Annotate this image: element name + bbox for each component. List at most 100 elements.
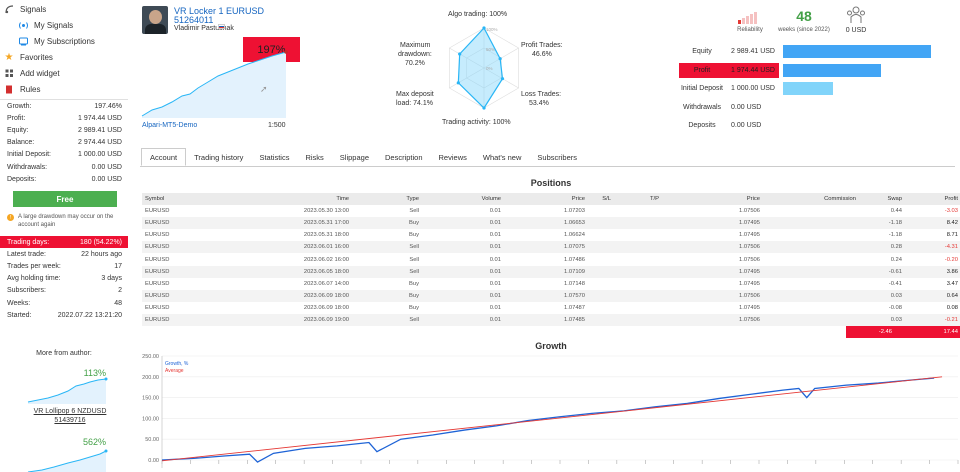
author-signal-name[interactable]: VR Lollipop 6 NZDUSD <box>20 408 120 415</box>
stat-row: Growth: 197.46% <box>0 100 128 112</box>
table-cell: 0.24 <box>890 256 902 263</box>
author-signal-id[interactable]: 51439716 <box>20 417 120 424</box>
balance-bar-row: Withdrawals 0.00 USD <box>675 100 945 115</box>
column-header: Type <box>406 196 419 203</box>
star-icon: ★ <box>4 51 14 63</box>
table-cell: 1.07486 <box>564 256 585 263</box>
chart-legend-entry: Growth, % <box>165 361 189 367</box>
table-cell: 1.07203 <box>564 208 585 215</box>
table-cell: 0.01 <box>489 316 501 323</box>
tab-slippage[interactable]: Slippage <box>332 148 377 166</box>
drawdown-warning: ! A large drawdown may occur on the acco… <box>7 213 123 229</box>
average-series-line <box>161 376 943 462</box>
stat-value: 3 days <box>101 275 122 283</box>
table-cell: -0.20 <box>944 256 958 263</box>
stat-value: 2022.07.22 13:21:20 <box>57 311 122 319</box>
radar-chart: 100% 50% 0% <box>449 26 519 110</box>
avatar[interactable] <box>142 6 168 34</box>
nav-signals[interactable]: Signals <box>2 1 126 17</box>
radar-point <box>458 52 462 56</box>
tab-subscribers[interactable]: Subscribers <box>529 148 585 166</box>
column-header: Swap <box>887 196 902 203</box>
tab-description[interactable]: Description <box>377 148 431 166</box>
nav-my-signals[interactable]: My Signals <box>2 17 126 33</box>
stat-row: Trades per week: 17 <box>0 260 128 272</box>
reliability-widget[interactable]: Reliability <box>730 8 770 36</box>
stat-label: Balance: <box>7 139 35 147</box>
table-cell: 1.07109 <box>564 268 585 275</box>
tab-reviews[interactable]: Reviews <box>431 148 475 166</box>
author-signal-sparkline <box>27 449 108 472</box>
stat-label: Equity: <box>7 126 29 134</box>
stat-value: 22 hours ago <box>81 250 122 258</box>
stat-label: Withdrawals: <box>7 163 48 171</box>
radar-value-profit-trades: 46.6% <box>532 51 552 58</box>
author-signal-card[interactable]: 113% VR Lollipop 6 NZDUSD 51439716 <box>20 366 120 434</box>
table-cell: 1.07506 <box>739 256 760 263</box>
table-cell: 0.03 <box>890 292 902 299</box>
radar-label-deposit-load: Max deposit <box>396 91 434 98</box>
balance-bar-fill <box>783 45 931 58</box>
stat-value: 0.00 USD <box>91 163 122 171</box>
table-cell: 1.07495 <box>739 232 760 239</box>
y-tick-label: 0.00 <box>148 458 159 464</box>
table-cell: Sell <box>409 256 419 263</box>
table-cell: 0.01 <box>489 292 501 299</box>
table-cell: -0.61 <box>888 268 902 275</box>
table-cell: 1.06624 <box>564 232 585 239</box>
subscriptions-icon <box>16 37 30 46</box>
radar-label-loss-trades: Loss Trades: <box>521 91 562 98</box>
balance-bar-label: Profit <box>693 66 711 74</box>
stat-label: Subscribers: <box>7 287 46 295</box>
author-signal-card[interactable]: 562% <box>20 434 120 472</box>
balance-bar-row: Initial Deposit 1 000.00 USD <box>675 81 945 96</box>
tab-what-s-new[interactable]: What's new <box>475 148 530 166</box>
tab-statistics[interactable]: Statistics <box>251 148 297 166</box>
table-cell: 1.07570 <box>564 292 585 299</box>
table-cell: EURUSD <box>145 232 170 239</box>
more-from-author-title: More from author: <box>36 350 92 357</box>
tab-trading-history[interactable]: Trading history <box>186 148 251 166</box>
table-cell: EURUSD <box>145 280 170 287</box>
radar-point <box>456 81 460 85</box>
stat-row-trading-days: Trading days: 180 (54.22%) <box>0 236 128 249</box>
tab-account[interactable]: Account <box>141 148 187 166</box>
stat-row: Subscribers: 2 <box>0 285 128 297</box>
free-subscribe-button[interactable]: Free <box>13 191 117 207</box>
reliability-icon <box>738 12 757 24</box>
nav-add-widget[interactable]: Add widget <box>2 65 126 81</box>
balance-bar-label: Withdrawals <box>682 103 722 111</box>
nav-my-subscriptions-label: My Subscriptions <box>34 36 95 46</box>
table-cell: EURUSD <box>145 292 170 299</box>
radar-label-profit-trades: Profit Trades: <box>521 42 563 49</box>
nav-rules[interactable]: Rules <box>2 81 126 97</box>
stat-row: Balance: 2 974.44 USD <box>0 137 128 149</box>
nav-rules-label: Rules <box>20 84 41 94</box>
table-cell: Buy <box>409 292 419 299</box>
nav-my-signals-label: My Signals <box>34 20 74 30</box>
growth-chart[interactable]: 250.00 200.00 150.00 100.00 50.00 0.00 Growth,… <box>142 352 960 472</box>
subscribers-widget[interactable]: 0 USD <box>838 6 874 34</box>
total-swap: -2.46 <box>878 329 892 336</box>
radar-label-drawdown-2: drawdown: <box>398 51 432 58</box>
table-cell: 0.01 <box>489 280 501 287</box>
nav-favorites[interactable]: ★ Favorites <box>2 49 126 65</box>
stat-value: 1 974.44 USD <box>78 114 122 122</box>
table-cell: 0.64 <box>946 292 958 299</box>
trading-stats: Trading days: 180 (54.22%) Latest trade: 2… <box>0 236 128 321</box>
tab-risks[interactable]: Risks <box>297 148 331 166</box>
table-cell: -3.03 <box>944 208 958 215</box>
broker-server[interactable]: Alpari-MT5-Demo <box>142 122 197 129</box>
column-header: Price <box>571 196 585 203</box>
table-cell: -4.31 <box>944 244 958 251</box>
book-icon <box>2 85 16 94</box>
column-header: Symbol <box>145 196 165 203</box>
stat-label: Weeks: <box>7 299 31 307</box>
balance-bar-row: Equity 2 989.41 USD <box>675 44 945 59</box>
weeks-widget: 48 weeks (since 2022) <box>778 8 830 33</box>
balance-bars: Equity 2 989.41 USD Profit 1 974.44 USD Init… <box>675 44 945 134</box>
stat-row: Initial Deposit: 1 000.00 USD <box>0 149 128 161</box>
stat-row: Started: 2022.07.22 13:21:20 <box>0 309 128 321</box>
balance-bar-value: 1 974.44 USD <box>731 66 775 74</box>
nav-my-subscriptions[interactable]: My Subscriptions <box>2 33 126 49</box>
